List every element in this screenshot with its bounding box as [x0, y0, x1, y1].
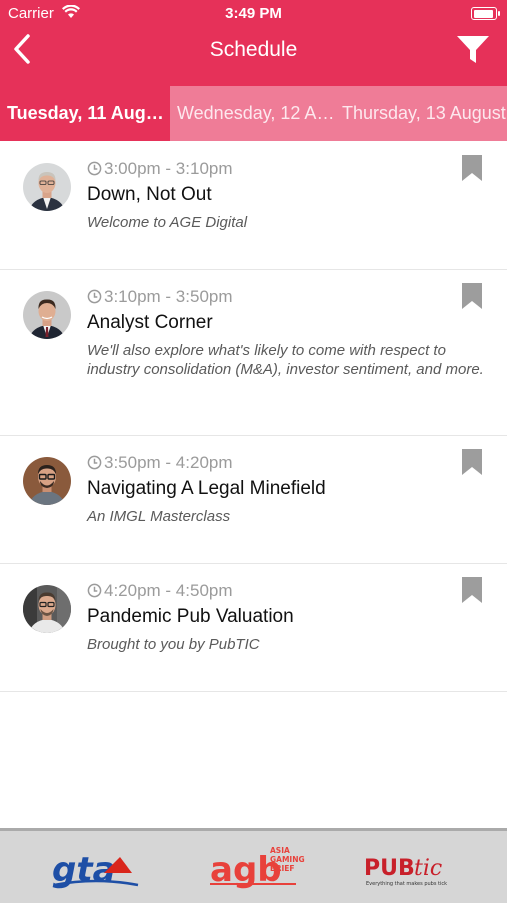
- page-title: Schedule: [209, 38, 298, 61]
- session-time-text: 3:00pm - 3:10pm: [104, 159, 233, 178]
- session-title: Analyst Corner: [87, 312, 213, 333]
- session-subtitle: Welcome to AGE Digital: [87, 214, 248, 231]
- agb-logo-side-text: ASIA GAMING BRIEF: [270, 846, 305, 873]
- clock-icon: [87, 289, 102, 304]
- clock-icon: [87, 455, 102, 470]
- session-time: 3:50pm - 4:20pm: [87, 453, 233, 473]
- session-subtitle: An IMGL Masterclass: [87, 508, 231, 525]
- session-row[interactable]: 3:00pm - 3:10pm Down, Not Out Welcome to…: [0, 141, 507, 270]
- tab-day-2[interactable]: Wednesday, 12 August: [170, 86, 338, 141]
- pubtic-logo-tagline: Everything that makes pubs tick: [366, 881, 447, 887]
- session-time-text: 3:10pm - 3:50pm: [104, 287, 233, 306]
- speaker-avatar: [23, 163, 71, 211]
- session-time-text: 4:20pm - 4:50pm: [104, 581, 233, 600]
- bookmark-icon[interactable]: [461, 283, 483, 309]
- status-time: 3:49 PM: [225, 5, 282, 22]
- session-time: 4:20pm - 4:50pm: [87, 581, 233, 601]
- navigation-bar: Schedule: [0, 28, 507, 86]
- speaker-avatar: [23, 291, 71, 339]
- battery-icon: [471, 7, 500, 20]
- pubtic-logo[interactable]: PUB tic Everything that makes pubs tick: [360, 843, 470, 891]
- speaker-avatar: [23, 585, 71, 633]
- session-subtitle: We'll also explore what's likely to come…: [87, 342, 484, 378]
- session-title: Pandemic Pub Valuation: [87, 606, 294, 627]
- tab-day-3[interactable]: Thursday, 13 August: [338, 86, 507, 141]
- session-time-text: 3:50pm - 4:20pm: [104, 453, 233, 472]
- tab-day-1[interactable]: Tuesday, 11 August: [0, 86, 170, 141]
- app-header: Carrier 3:49 PM Schedule: [0, 0, 507, 86]
- session-time: 3:10pm - 3:50pm: [87, 287, 233, 307]
- session-row[interactable]: 3:50pm - 4:20pm Navigating A Legal Minef…: [0, 435, 507, 564]
- agb-logo[interactable]: agb ASIA GAMING BRIEF: [208, 843, 308, 891]
- pubtic-logo-tic: tic: [414, 856, 442, 881]
- filter-icon[interactable]: [453, 32, 493, 68]
- sponsor-footer: gta agb ASIA GAMING BRIEF PUB tic Everythi…: [0, 828, 507, 903]
- session-title: Down, Not Out: [87, 184, 212, 205]
- bookmark-icon[interactable]: [461, 577, 483, 603]
- session-time: 3:00pm - 3:10pm: [87, 159, 233, 179]
- clock-icon: [87, 583, 102, 598]
- bookmark-icon[interactable]: [461, 155, 483, 181]
- session-title: Navigating A Legal Minefield: [87, 478, 326, 499]
- bookmark-icon[interactable]: [461, 449, 483, 475]
- gta-logo[interactable]: gta: [46, 843, 146, 891]
- session-row[interactable]: 4:20pm - 4:50pm Pandemic Pub Valuation B…: [0, 563, 507, 692]
- session-row[interactable]: 3:10pm - 3:50pm Analyst Corner We'll als…: [0, 269, 507, 436]
- status-bar: Carrier 3:49 PM: [0, 0, 507, 28]
- clock-icon: [87, 161, 102, 176]
- pubtic-logo-main: PUB: [364, 856, 415, 881]
- date-tabs: Tuesday, 11 August Wednesday, 12 August …: [0, 86, 507, 141]
- speaker-avatar: [23, 457, 71, 505]
- session-subtitle: Brought to you by PubTIC: [87, 636, 260, 653]
